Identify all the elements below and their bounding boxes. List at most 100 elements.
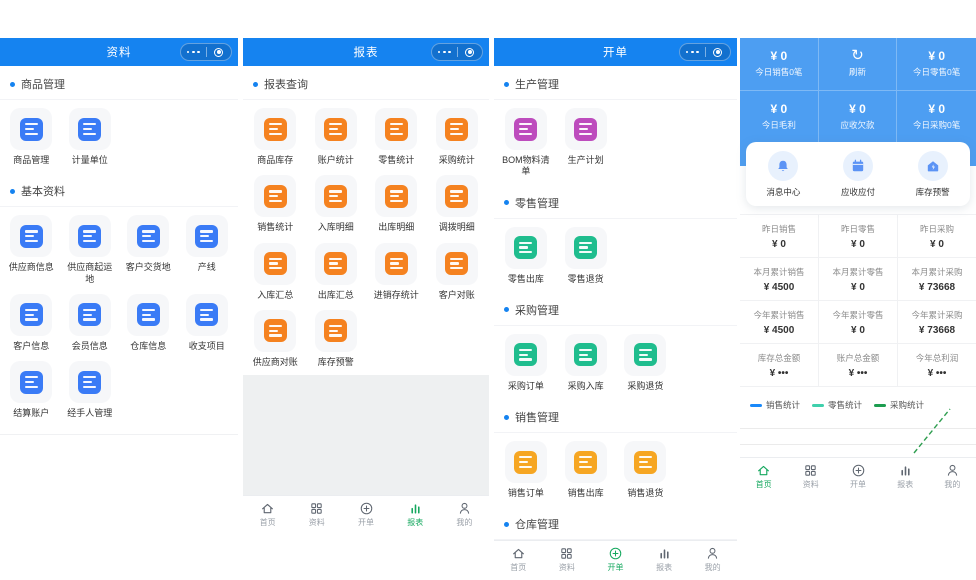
menu-item[interactable]: 采购统计 xyxy=(427,108,488,166)
menu-item[interactable]: 销售出库 xyxy=(556,441,616,499)
menu-item-tile xyxy=(505,108,547,150)
menu-item[interactable]: 客户交货地 xyxy=(119,215,178,285)
menu-item[interactable]: 客户信息 xyxy=(2,294,61,352)
tab-bar: 首页资料 开单报表我的 xyxy=(494,540,737,577)
clipboard-out-icon xyxy=(514,236,537,259)
menu-item-tile xyxy=(69,294,111,336)
menu-item[interactable]: 供应商对账 xyxy=(245,310,306,368)
dot-icon xyxy=(443,51,446,54)
capsule-exit-icon[interactable] xyxy=(458,48,483,57)
tab-grid[interactable]: 资料 xyxy=(292,496,341,532)
icon-bar xyxy=(83,133,96,135)
tab-chart[interactable]: 报表 xyxy=(640,541,689,577)
stat-label: 昨日销售 xyxy=(762,223,796,235)
section-title: 销售管理 xyxy=(515,409,559,425)
menu-item[interactable]: 出库明细 xyxy=(366,175,427,233)
menu-item[interactable]: 销售订单 xyxy=(496,441,556,499)
quick-action-house[interactable]: 库存预警 xyxy=(895,151,970,198)
icon-bar xyxy=(579,251,592,253)
more-dots-icon[interactable] xyxy=(680,51,705,54)
menu-item[interactable]: 生产计划 xyxy=(556,108,616,178)
icon-bar xyxy=(83,314,92,316)
tab-plus[interactable]: 开单 xyxy=(341,496,390,532)
building-icon xyxy=(20,225,43,248)
menu-item[interactable]: 商品管理 xyxy=(2,108,61,166)
menu-item[interactable]: 调拨明细 xyxy=(427,175,488,233)
menu-item[interactable]: 结算账户 xyxy=(2,361,61,419)
tab-home[interactable]: 首页 xyxy=(494,541,543,577)
tab-plus[interactable]: 开单 xyxy=(591,541,640,577)
menu-item[interactable]: 零售退货 xyxy=(556,227,616,285)
menu-item[interactable]: 收支项目 xyxy=(178,294,237,352)
tab-user[interactable]: 我的 xyxy=(440,496,489,532)
icon-bar xyxy=(519,354,528,356)
section-dot-icon xyxy=(504,307,509,312)
tab-plus[interactable]: 开单 xyxy=(834,458,881,494)
menu-item[interactable]: BOM物料清单 xyxy=(496,108,556,178)
menu-item[interactable]: 入库明细 xyxy=(306,175,367,233)
menu-item[interactable]: 供应商起运地 xyxy=(61,215,120,285)
stat-value: ¥ ••• xyxy=(849,368,868,379)
menu-item[interactable]: 产线 xyxy=(178,215,237,285)
menu-item[interactable]: 采购入库 xyxy=(556,334,616,392)
list-check-icon xyxy=(264,319,287,342)
menu-item[interactable]: 经手人管理 xyxy=(61,361,120,419)
wechat-capsule[interactable] xyxy=(679,43,731,61)
menu-item[interactable]: 仓库信息 xyxy=(119,294,178,352)
contacts-icon xyxy=(20,303,43,326)
menu-item[interactable]: 进销存统计 xyxy=(366,243,427,301)
more-dots-icon[interactable] xyxy=(432,51,457,54)
wechat-capsule[interactable] xyxy=(431,43,483,61)
quick-action-bell[interactable]: 消息中心 xyxy=(746,151,821,198)
section-title: 生产管理 xyxy=(515,76,559,92)
menu-item[interactable]: 销售统计 xyxy=(245,175,306,233)
bar-chart-icon xyxy=(408,501,423,516)
icon-bar xyxy=(579,358,592,360)
menu-item[interactable]: 商品库存 xyxy=(245,108,306,166)
menu-item[interactable]: 计量单位 xyxy=(61,108,120,166)
icon-bar xyxy=(142,240,155,242)
tab-user[interactable]: 我的 xyxy=(688,541,737,577)
section-header: 生产管理 xyxy=(494,66,737,100)
menu-item[interactable]: 零售出库 xyxy=(496,227,556,285)
tab-label: 资料 xyxy=(559,562,575,573)
tab-chart[interactable]: 报表 xyxy=(391,496,440,532)
icon-bar xyxy=(329,258,342,260)
menu-item-tile xyxy=(565,227,607,269)
icon-bar xyxy=(519,358,532,360)
tab-home[interactable]: 首页 xyxy=(740,458,787,494)
menu-item[interactable]: 采购订单 xyxy=(496,334,556,392)
tab-user[interactable]: 我的 xyxy=(929,458,976,494)
menu-item[interactable]: 入库汇总 xyxy=(245,243,306,301)
summary-cell[interactable]: ↻刷新 xyxy=(819,38,898,91)
menu-item[interactable]: 会员信息 xyxy=(61,294,120,352)
menu-item[interactable]: 客户对账 xyxy=(427,243,488,301)
menu-grid: BOM物料清单生产计划 xyxy=(494,100,737,185)
capsule-exit-icon[interactable] xyxy=(706,48,731,57)
tab-grid[interactable]: 资料 xyxy=(543,541,592,577)
menu-item[interactable]: 账户统计 xyxy=(306,108,367,166)
capsule-exit-icon[interactable] xyxy=(207,48,232,57)
calculator-icon xyxy=(78,118,101,141)
menu-item[interactable]: 供应商信息 xyxy=(2,215,61,285)
icon-bar xyxy=(25,235,34,237)
more-dots-icon[interactable] xyxy=(181,51,206,54)
tab-home[interactable]: 首页 xyxy=(243,496,292,532)
menu-sections: 商品管理商品管理计量单位基本资料供应商信息供应商起运地客户交货地产线客户信息会员… xyxy=(0,66,238,426)
wechat-capsule[interactable] xyxy=(180,43,232,61)
menu-item[interactable]: 出库汇总 xyxy=(306,243,367,301)
box-icon xyxy=(324,252,347,275)
cart-return-icon xyxy=(634,343,657,366)
icon-bar xyxy=(83,386,96,388)
icon-bar xyxy=(329,334,342,336)
menu-item[interactable]: 零售统计 xyxy=(366,108,427,166)
user-icon xyxy=(705,546,720,561)
tab-grid[interactable]: 资料 xyxy=(787,458,834,494)
quick-action-calendar[interactable]: 应收应付 xyxy=(821,151,896,198)
section-dot-icon xyxy=(253,82,258,87)
menu-item[interactable]: 库存预警 xyxy=(306,310,367,368)
menu-item[interactable]: 采购退货 xyxy=(616,334,676,392)
tab-chart[interactable]: 报表 xyxy=(882,458,929,494)
icon-bar xyxy=(25,128,34,130)
menu-item[interactable]: 销售退货 xyxy=(616,441,676,499)
